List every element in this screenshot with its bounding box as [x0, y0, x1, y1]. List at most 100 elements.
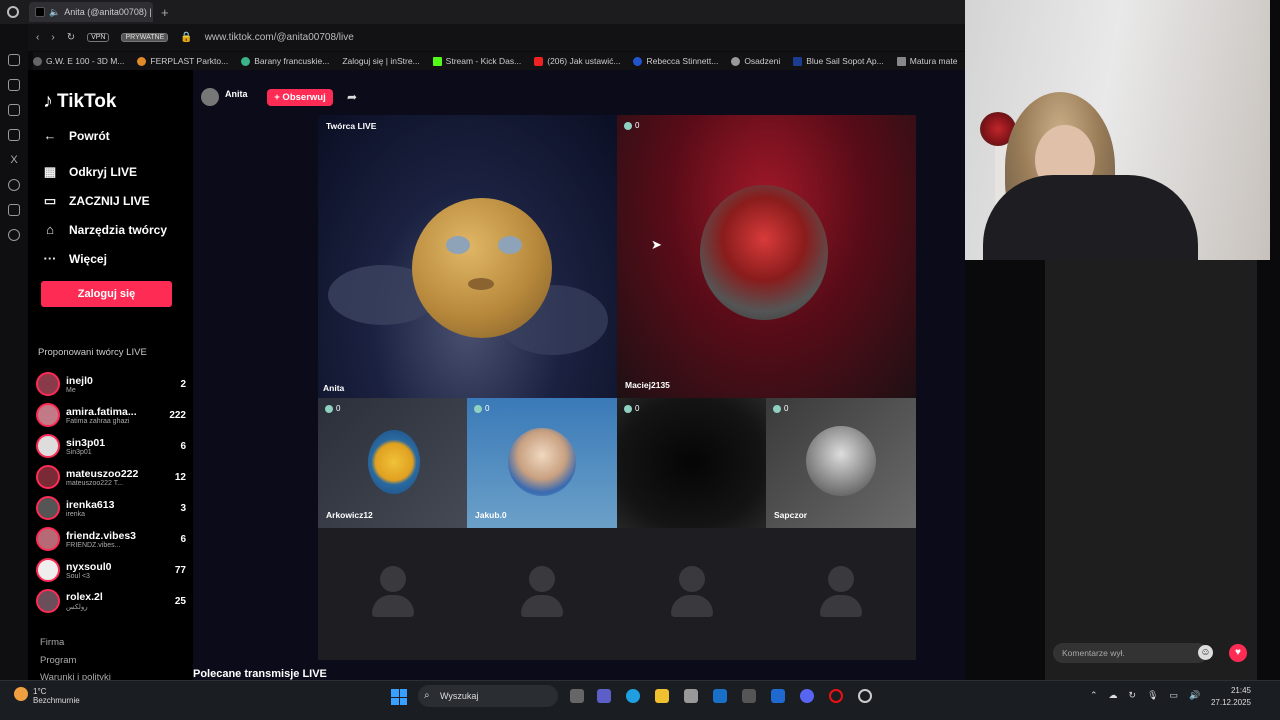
avatar — [36, 434, 60, 458]
person-placeholder-icon — [380, 566, 406, 592]
new-tab-button[interactable]: + — [161, 5, 169, 20]
ai-icon[interactable] — [8, 79, 20, 91]
store-icon[interactable] — [684, 689, 698, 703]
tiktok-logo[interactable]: ♪ TikTok — [43, 90, 116, 113]
microphone-icon[interactable]: 🎙 — [1147, 690, 1158, 701]
url-field[interactable]: www.tiktok.com/@anita00708/live — [205, 32, 354, 43]
player-icon[interactable] — [8, 179, 20, 191]
creator-subtitle: mateuszoo222 T... — [66, 479, 124, 487]
footer-link-company[interactable]: Firma — [40, 637, 64, 648]
bookmark-item[interactable]: Blue Sail Sopot Ap... — [793, 56, 884, 66]
suggested-creator[interactable]: sin3p01 Sin3p01 6 — [36, 432, 186, 460]
suggested-creator[interactable]: friendz.vibes3 FRIENDZ.vibes... 6 — [36, 525, 186, 553]
forward-arrow-icon[interactable]: › — [51, 32, 54, 43]
host-tile-name: Anita — [323, 383, 345, 393]
vpn-badge[interactable]: VPN — [87, 33, 110, 42]
bookmark-item[interactable]: (206) Jak ustawić... — [534, 56, 620, 66]
host-avatar[interactable] — [201, 88, 219, 106]
windows-start-icon[interactable] — [391, 689, 407, 705]
taskbar-clock[interactable]: 21:45 27.12.2025 — [1205, 685, 1251, 709]
nav-more[interactable]: ··· Więcej — [43, 251, 107, 266]
nav-creator-tools[interactable]: ⌂ Narzędzia twórcy — [43, 222, 167, 237]
lock-icon: 🔒 — [180, 32, 193, 43]
empty-guest-slot[interactable] — [467, 528, 617, 660]
back-button[interactable]: ← Powrót — [43, 128, 110, 143]
comment-input[interactable]: Komentarze wył. — [1053, 643, 1208, 663]
empty-guest-slot[interactable] — [318, 528, 467, 660]
follow-button[interactable]: + Obserwuj — [267, 89, 333, 106]
guest-avatar-image — [508, 428, 576, 496]
network-icon[interactable]: ▭ — [1170, 690, 1179, 701]
settings-icon[interactable] — [8, 229, 20, 241]
nav-start-live[interactable]: ▭ ZACZNIJ LIVE — [43, 193, 150, 209]
host-video-tile[interactable]: Twórca LIVE Anita — [318, 115, 617, 398]
news-icon[interactable] — [8, 104, 20, 116]
suggested-creator[interactable]: rolex.2l رولكس 25 — [36, 587, 186, 615]
bookmark-favicon-icon — [731, 56, 741, 66]
app-icon[interactable] — [771, 689, 785, 703]
discord-icon[interactable] — [800, 689, 814, 703]
chevron-up-icon[interactable]: ⌃ — [1090, 690, 1098, 701]
weather-widget[interactable]: 1°C Bezchmurnie — [14, 687, 80, 705]
suggested-creator[interactable]: amira.fatima... Fatima zahraa ghazi 222 — [36, 401, 186, 429]
creator-name: amira.fatima... — [66, 405, 137, 418]
bookmark-item[interactable]: Barany francuskie... — [241, 56, 329, 66]
host-name[interactable]: Anita — [225, 89, 248, 99]
viewer-count-badge: 0 — [325, 404, 340, 413]
taskbar-search[interactable]: ⌕ Wyszukaj — [418, 685, 558, 707]
empty-guest-slot[interactable] — [766, 528, 916, 660]
bookmark-item[interactable]: Osadzeni — [731, 56, 780, 66]
opera-logo-icon[interactable] — [7, 6, 19, 18]
avatar — [36, 372, 60, 396]
guest-video-tile[interactable]: 0 Maciej2135 ➤ — [617, 115, 916, 398]
suggested-creator[interactable]: mateuszoo222 mateuszoo222 T... 12 — [36, 463, 186, 491]
viewer-icon — [325, 404, 333, 413]
guest-video-tile[interactable]: 0 Arkowicz12 — [318, 398, 467, 528]
footer-link-program[interactable]: Program — [40, 655, 76, 666]
creator-subtitle: Fatima zahraa ghazi — [66, 417, 130, 425]
edge-icon[interactable] — [626, 689, 640, 703]
back-arrow-icon[interactable]: ‹ — [36, 32, 39, 43]
bookmark-item[interactable]: G.W. E 100 - 3D M... — [33, 56, 124, 66]
viewer-count-badge: 0 — [624, 404, 639, 413]
whatsapp-icon[interactable] — [8, 129, 20, 141]
guest-video-tile[interactable]: 0 Jakub.0 — [467, 398, 617, 528]
history-icon[interactable] — [8, 204, 20, 216]
teams-icon[interactable] — [597, 689, 611, 703]
task-view-icon[interactable] — [570, 689, 584, 703]
bookmark-item[interactable]: Matura mate — [896, 56, 957, 66]
nav-discover-live[interactable]: ▦ Odkryj LIVE — [43, 164, 137, 180]
browser-tab[interactable]: 🔈 Anita (@anita00708) | × — [29, 2, 153, 22]
suggested-creator[interactable]: irenka613 irenka 3 — [36, 494, 186, 522]
tiktok-sidebar: ♪ TikTok ← Powrót ▦ Odkryj LIVE ▭ ZACZNI… — [28, 70, 193, 680]
reload-icon[interactable]: ↻ — [67, 32, 75, 43]
empty-guest-slot[interactable] — [617, 528, 766, 660]
suggested-creator[interactable]: nyxsoul0 Soul <3 77 — [36, 556, 186, 584]
app-icon[interactable] — [858, 689, 872, 703]
volume-icon[interactable]: 🔊 — [1189, 690, 1200, 701]
capcut-icon[interactable] — [742, 689, 756, 703]
speed-dial-icon[interactable] — [8, 54, 20, 66]
mail-icon[interactable] — [713, 689, 727, 703]
footer-link-terms[interactable]: Warunki i polityki — [40, 672, 111, 680]
bookmark-item[interactable]: FERPLAST Parkto... — [137, 56, 228, 66]
sync-icon[interactable]: ↻ — [1129, 690, 1137, 701]
search-icon: ⌕ — [424, 690, 430, 701]
bookmark-item[interactable]: Rebecca Stinnett... — [633, 56, 718, 66]
login-button[interactable]: Zaloguj się — [41, 281, 172, 307]
suggested-creator[interactable]: inejl0 Me 2 — [36, 370, 186, 398]
heart-like-button[interactable]: ♥ — [1229, 644, 1247, 662]
onedrive-icon[interactable]: ☁ — [1109, 690, 1118, 701]
bookmark-item[interactable]: Stream - Kick Das... — [432, 56, 521, 66]
creator-subtitle: Me — [66, 386, 76, 394]
guest-video-tile[interactable]: 0 — [617, 398, 766, 528]
creator-name: sin3p01 — [66, 436, 106, 449]
emoji-icon[interactable]: ☺ — [1198, 645, 1213, 660]
bookmark-item[interactable]: Zaloguj się | inStre... — [342, 56, 419, 66]
opera-taskbar-icon[interactable] — [829, 689, 843, 703]
guest-video-tile[interactable]: 0 Sapczor — [766, 398, 916, 528]
x-icon[interactable]: X — [8, 154, 20, 166]
file-explorer-icon[interactable] — [655, 689, 669, 703]
share-icon[interactable]: ➦ — [347, 90, 357, 104]
browser-tab-strip: 🔈 Anita (@anita00708) | × + — [0, 0, 965, 24]
